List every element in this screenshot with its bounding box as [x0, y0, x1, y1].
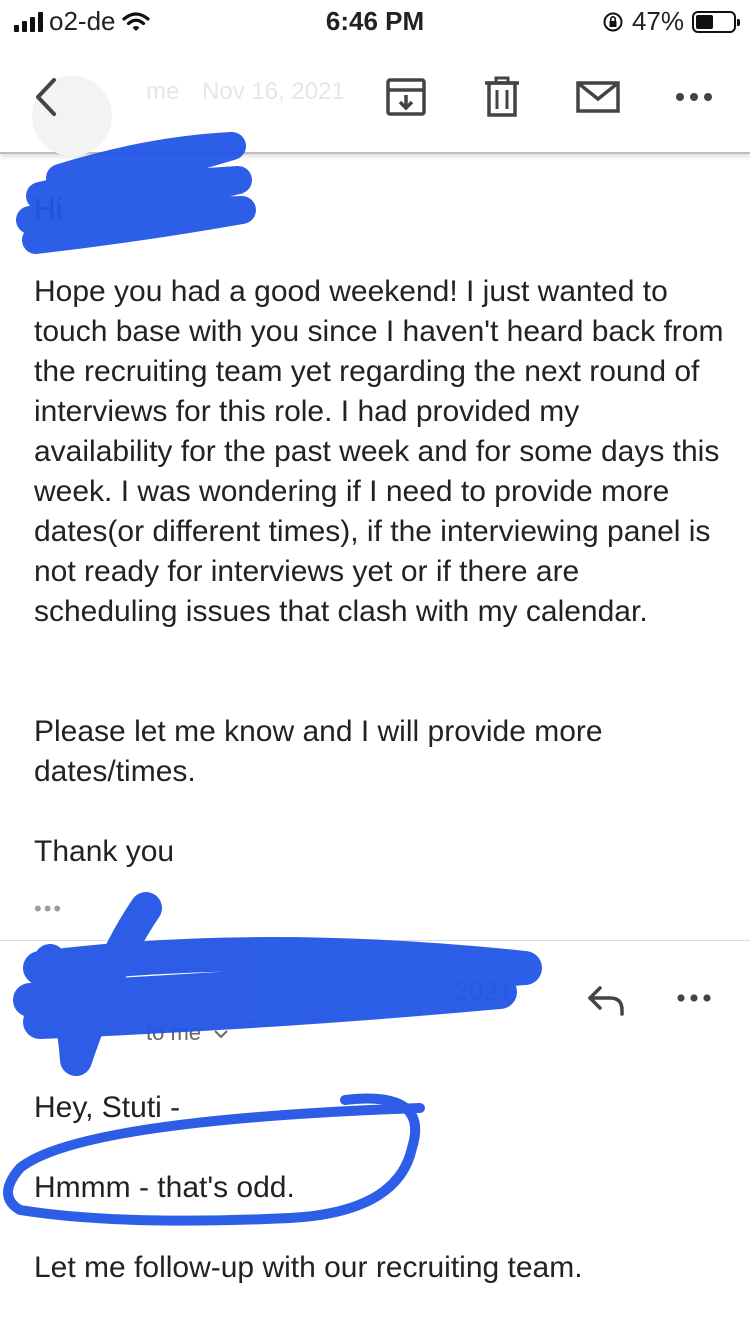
reply-line-2: Let me follow-up with our recruiting tea… [34, 1251, 583, 1284]
message-signoff: Thank you [34, 835, 175, 868]
recipient-label: to me [146, 1020, 202, 1045]
back-button[interactable] [28, 72, 68, 122]
chevron-down-icon [214, 1030, 228, 1039]
reply-line-1: Hmmm - that's odd. [34, 1171, 295, 1204]
message-divider [0, 940, 750, 941]
archive-icon[interactable] [383, 74, 429, 120]
more-options-icon[interactable] [671, 74, 717, 120]
reply-greeting: Hey, Stuti - [34, 1091, 181, 1124]
message-more-icon[interactable] [674, 986, 714, 1010]
sender-header: me Nov 16, 2021 [146, 78, 361, 106]
trash-icon[interactable] [479, 74, 525, 120]
show-quoted-text-button[interactable]: ••• [34, 896, 63, 922]
battery-level [696, 14, 713, 29]
sender-name: me [146, 78, 180, 105]
sender-date-2: , 2021 [440, 976, 513, 1006]
battery-percent: 47% [631, 6, 684, 36]
reply-icon[interactable] [586, 980, 626, 1020]
message-request: Please let me know and I will provide mo… [34, 715, 603, 788]
mail-icon[interactable] [575, 74, 621, 120]
message-body: Hope you had a good weekend! I just want… [34, 275, 724, 628]
sender-date: Nov 16, 2021 [202, 78, 345, 105]
battery-icon [692, 10, 740, 33]
orientation-lock-icon [603, 12, 623, 31]
recipient-toggle[interactable]: to me [146, 1020, 229, 1046]
status-right: 47% [602, 6, 740, 37]
greeting: Hi [34, 193, 63, 226]
status-bar: o2-de 6:46 PM 47% [0, 0, 750, 42]
email-toolbar: me Nov 16, 2021 [0, 42, 750, 156]
